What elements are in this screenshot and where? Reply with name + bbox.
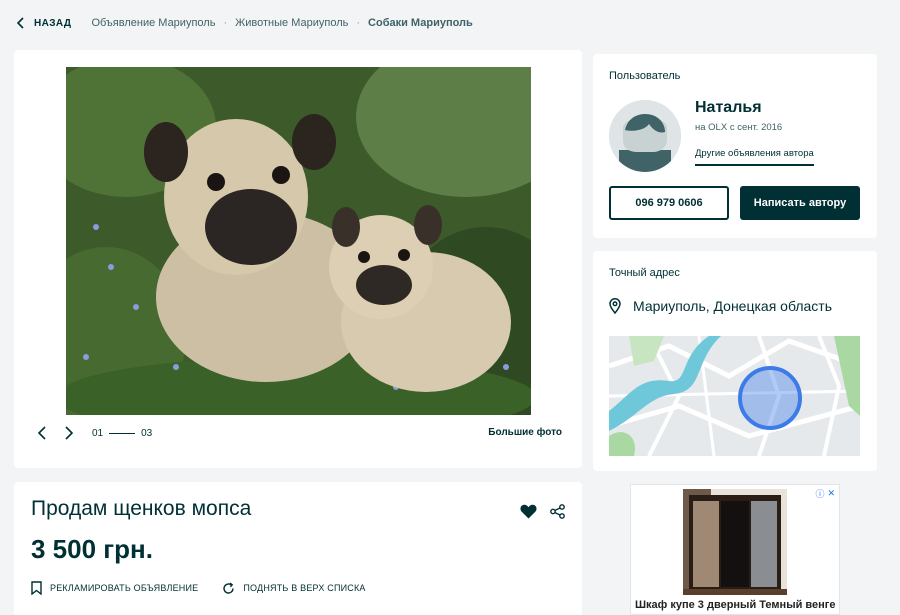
breadcrumb-item-animals[interactable]: Животные Мариуполь: [235, 17, 348, 29]
info-icon: ⓘ: [815, 489, 825, 499]
big-photos-link[interactable]: Большие фото: [488, 427, 562, 438]
address-section-label: Точный адрес: [609, 267, 680, 279]
listing-actions: РЕКЛАМИРОВАТЬ ОБЪЯВЛЕНИЕ ПОДНЯТЬ В ВЕРХ …: [31, 581, 390, 595]
seller-section-label: Пользователь: [609, 70, 681, 82]
ad-title: Шкаф купе 3 дверный Темный венге: [635, 599, 836, 611]
seller-since: на OLX с сент. 2016: [695, 122, 783, 133]
ad-choices[interactable]: ⓘ ✕: [812, 487, 835, 500]
chevron-left-icon: [37, 426, 46, 440]
address-text: Мариуполь, Донецкая область: [633, 298, 833, 314]
pager-total: 03: [141, 427, 153, 439]
advertisement-banner[interactable]: ⓘ ✕ Шкаф купе 3 дверный Темный венге: [630, 484, 840, 615]
chevron-right-icon: [64, 426, 73, 440]
user-avatar-icon: [609, 100, 681, 172]
listing-photo[interactable]: [66, 67, 531, 415]
close-icon: ✕: [827, 488, 835, 498]
address-card: Точный адрес Мариуполь, Донецкая область: [593, 251, 877, 471]
message-seller-button[interactable]: Написать автору: [740, 186, 860, 220]
promote-label: РЕКЛАМИРОВАТЬ ОБЪЯВЛЕНИЕ: [50, 583, 199, 593]
seller-card: Пользователь Наталья на OLX с сент. 2016…: [593, 54, 877, 238]
location-map[interactable]: [609, 336, 860, 456]
ad-image: [683, 489, 787, 595]
other-ads-link[interactable]: Другие объявления автора: [695, 148, 814, 166]
listing-price: 3 500 грн.: [31, 534, 153, 564]
photo-pager: 01 03: [92, 428, 152, 439]
pager-divider: [109, 432, 136, 434]
breadcrumb-item-dogs[interactable]: Собаки Мариуполь: [368, 17, 473, 29]
refresh-icon: [223, 581, 235, 594]
photo-gallery: 01 03 Большие фото: [14, 50, 582, 468]
raise-label: ПОДНЯТЬ В ВЕРХ СПИСКА: [243, 583, 366, 593]
breadcrumb-separator: ·: [223, 17, 228, 29]
location-pin-icon: [609, 298, 621, 314]
prev-photo-button[interactable]: [34, 425, 48, 441]
breadcrumb: НАЗАД Объявление Мариуполь · Животные Ма…: [16, 14, 481, 32]
gallery-navigation: 01 03: [34, 425, 152, 441]
favorite-button[interactable]: [520, 504, 537, 524]
heart-icon: [520, 504, 537, 519]
show-phone-button[interactable]: 096 979 0606: [609, 186, 729, 220]
promote-button[interactable]: РЕКЛАМИРОВАТЬ ОБЪЯВЛЕНИЕ: [31, 581, 198, 595]
listing-title: Продам щенков мопса: [31, 497, 252, 520]
address-line: Мариуполь, Донецкая область: [609, 298, 832, 314]
bookmark-icon: [31, 581, 42, 595]
breadcrumb-separator: ·: [356, 17, 361, 29]
share-icon: [550, 504, 565, 519]
back-label: НАЗАД: [34, 17, 72, 29]
back-button[interactable]: НАЗАД: [16, 17, 71, 29]
share-button[interactable]: [550, 504, 565, 524]
breadcrumb-item-ads[interactable]: Объявление Мариуполь: [91, 17, 215, 29]
avatar: [609, 100, 681, 172]
seller-name: Наталья: [695, 99, 762, 116]
next-photo-button[interactable]: [62, 425, 76, 441]
raise-button[interactable]: ПОДНЯТЬ В ВЕРХ СПИСКА: [222, 581, 366, 595]
listing-info-card: Продам щенков мопса 3 500 грн. РЕКЛАМИРО…: [14, 482, 582, 615]
chevron-left-icon: [16, 17, 24, 29]
pager-current: 01: [92, 427, 104, 439]
